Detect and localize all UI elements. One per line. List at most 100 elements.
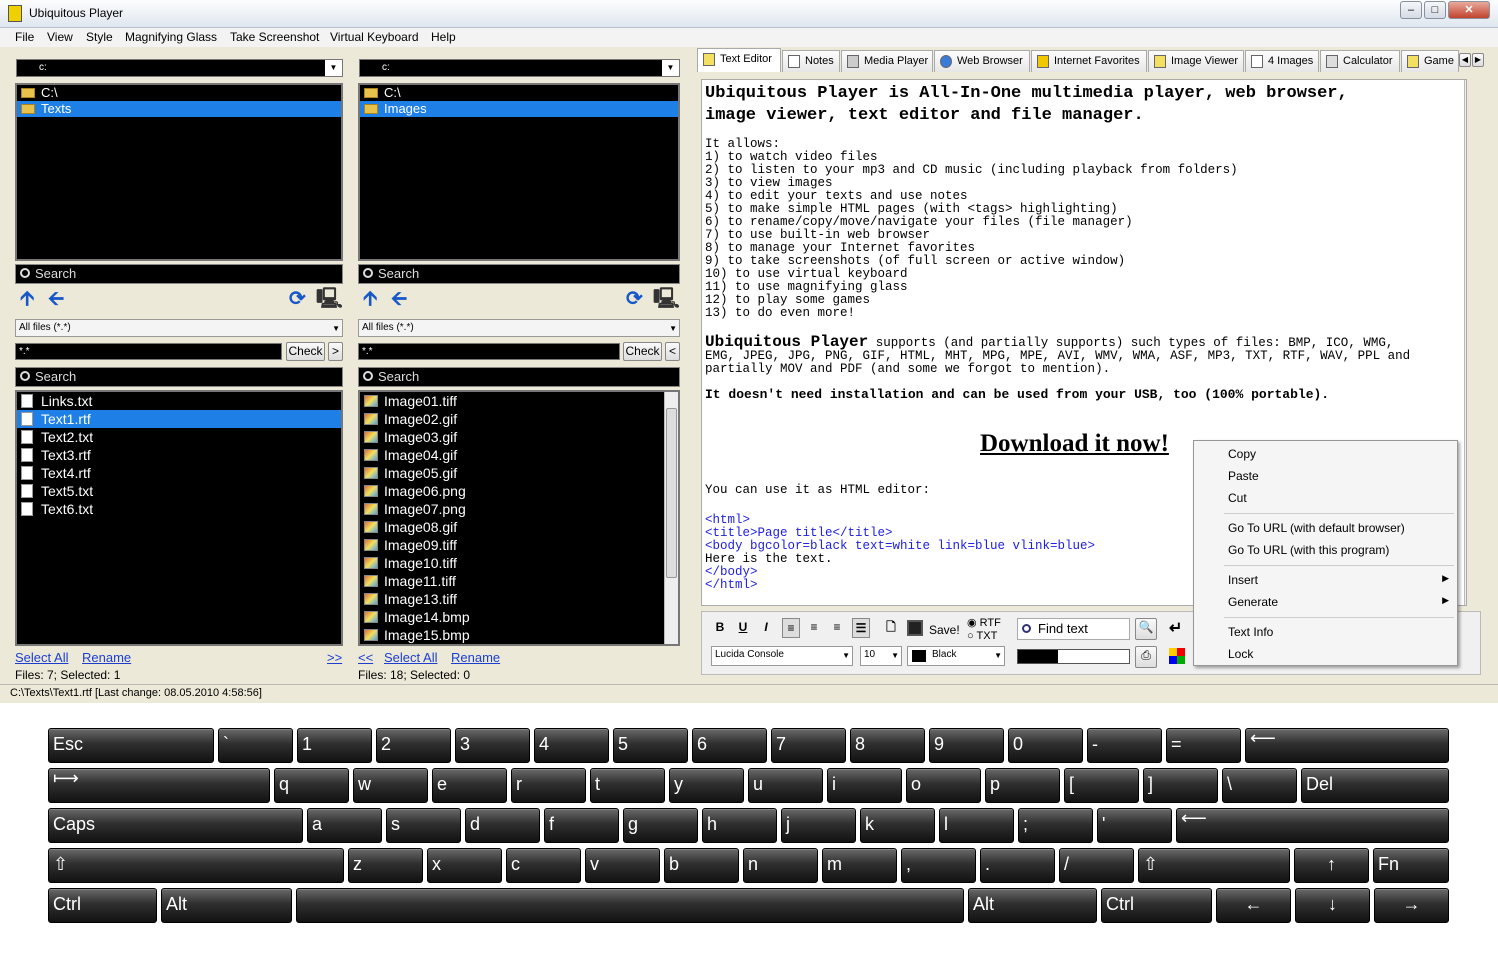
right-check-button[interactable]: Check	[623, 342, 662, 361]
copy-left-link[interactable]: <<	[358, 650, 373, 665]
scrollbar-thumb[interactable]	[666, 408, 677, 578]
key-backtick[interactable]: `	[218, 728, 293, 763]
key-e[interactable]: e	[432, 768, 507, 803]
tab-4-images[interactable]: 4 Images	[1245, 50, 1319, 72]
file-item[interactable]: Image08.gif	[360, 518, 678, 536]
file-item[interactable]: Text1.rtf	[17, 410, 341, 428]
left-check-button[interactable]: Check	[286, 342, 325, 361]
key-backspace[interactable]: ⟵	[1245, 728, 1449, 763]
key-right-alt[interactable]: Alt	[968, 888, 1097, 923]
key-up-arrow[interactable]: ↑	[1294, 848, 1369, 883]
computer-icon[interactable]: 🖳	[653, 289, 680, 309]
file-item[interactable]: Text4.rtf	[17, 464, 341, 482]
maximize-button[interactable]: □	[1424, 1, 1446, 19]
key-q[interactable]: q	[274, 768, 349, 803]
right-mask-input[interactable]: *.*	[358, 343, 620, 360]
key-y[interactable]: y	[669, 768, 744, 803]
right-nav-button[interactable]: <	[665, 342, 680, 361]
key-l[interactable]: l	[939, 808, 1014, 843]
key-r[interactable]: r	[511, 768, 586, 803]
tab-media-player[interactable]: Media Player	[841, 50, 933, 72]
key-a[interactable]: a	[307, 808, 382, 843]
menu-item-generate[interactable]: Generate	[1228, 593, 1278, 611]
refresh-icon[interactable]: ⟳	[289, 289, 306, 309]
file-item[interactable]: Text5.txt	[17, 482, 341, 500]
align-center-icon[interactable]: ≡	[805, 618, 823, 638]
menu-file[interactable]: File	[15, 30, 34, 44]
right-list-scrollbar[interactable]	[664, 392, 678, 644]
underline-button[interactable]: U	[734, 618, 752, 638]
right-folder-tree[interactable]: C:\ Images	[358, 83, 680, 261]
tab-image-viewer[interactable]: Image Viewer	[1148, 50, 1244, 72]
left-drive-select[interactable]: c: ▼	[16, 59, 343, 77]
left-select-all-link[interactable]: Select All	[15, 650, 68, 665]
key-slash[interactable]: /	[1059, 848, 1134, 883]
key-del[interactable]: Del	[1301, 768, 1449, 803]
file-item[interactable]: Image09.tiff	[360, 536, 678, 554]
left-folder-search[interactable]: Search	[15, 264, 343, 284]
left-file-filter[interactable]: All files (*.*) ▼	[15, 319, 343, 337]
file-item[interactable]: Text3.rtf	[17, 446, 341, 464]
tab-internet-favorites[interactable]: Internet Favorites	[1031, 50, 1147, 72]
key-left-ctrl[interactable]: Ctrl	[48, 888, 157, 923]
file-item[interactable]: Image07.png	[360, 500, 678, 518]
tab-scroll-right[interactable]: ▶	[1472, 53, 1484, 67]
key-space[interactable]	[296, 888, 964, 923]
rtf-radio[interactable]: ◉ RTF	[967, 616, 1001, 629]
download-link[interactable]: Download it now!	[980, 430, 1169, 458]
up-arrow-icon[interactable]: 🡩	[363, 289, 377, 309]
left-nav-button[interactable]: >	[328, 342, 343, 361]
right-drive-select[interactable]: c: ▼	[359, 59, 680, 77]
key-left-alt[interactable]: Alt	[161, 888, 292, 923]
file-item[interactable]: Image05.gif	[360, 464, 678, 482]
tree-item[interactable]: C:\	[17, 85, 341, 101]
right-file-filter[interactable]: All files (*.*) ▼	[358, 319, 680, 337]
key-minus[interactable]: -	[1087, 728, 1162, 763]
back-arrow-icon[interactable]: 🡨	[391, 289, 407, 309]
key-2[interactable]: 2	[376, 728, 451, 763]
key-c[interactable]: c	[506, 848, 581, 883]
file-item[interactable]: Image11.tiff	[360, 572, 678, 590]
key-3[interactable]: 3	[455, 728, 530, 763]
key-8[interactable]: 8	[850, 728, 925, 763]
tab-notes[interactable]: Notes	[782, 50, 840, 72]
key-i[interactable]: i	[827, 768, 902, 803]
key-right-shift[interactable]: ⇧	[1138, 848, 1290, 883]
key-m[interactable]: m	[822, 848, 897, 883]
menu-item-go-to-url-program[interactable]: Go To URL (with this program)	[1228, 541, 1389, 559]
key-n[interactable]: n	[743, 848, 818, 883]
menu-item-paste[interactable]: Paste	[1228, 467, 1259, 485]
right-rename-link[interactable]: Rename	[451, 650, 500, 665]
key-j[interactable]: j	[781, 808, 856, 843]
menu-item-insert[interactable]: Insert	[1228, 571, 1258, 589]
key-d[interactable]: d	[465, 808, 540, 843]
new-document-icon[interactable]: 🗋	[882, 618, 900, 638]
bold-button[interactable]: B	[711, 618, 729, 638]
right-file-search[interactable]: Search	[358, 367, 680, 387]
menu-item-copy[interactable]: Copy	[1228, 445, 1256, 463]
file-item[interactable]: Image01.tiff	[360, 392, 678, 410]
file-item[interactable]: Image02.gif	[360, 410, 678, 428]
key-x[interactable]: x	[427, 848, 502, 883]
key-left-arrow[interactable]: ←	[1216, 888, 1291, 923]
key-f[interactable]: f	[544, 808, 619, 843]
right-folder-search[interactable]: Search	[358, 264, 680, 284]
key-9[interactable]: 9	[929, 728, 1004, 763]
key-g[interactable]: g	[623, 808, 698, 843]
left-mask-input[interactable]: *.*	[15, 343, 282, 360]
tree-item[interactable]: Texts	[17, 101, 341, 117]
print-icon[interactable]: ⎙	[1135, 646, 1157, 668]
tree-item[interactable]: Images	[360, 101, 678, 117]
key-t[interactable]: t	[590, 768, 665, 803]
save-icon[interactable]	[907, 620, 923, 636]
key-z[interactable]: z	[348, 848, 423, 883]
save-button[interactable]: Save!	[929, 623, 960, 637]
file-item[interactable]: Image14.bmp	[360, 608, 678, 626]
right-file-list[interactable]: Image01.tiff Image02.gif Image03.gif Ima…	[358, 390, 680, 646]
key-left-bracket[interactable]: [	[1064, 768, 1139, 803]
key-0[interactable]: 0	[1008, 728, 1083, 763]
font-select[interactable]: Lucida Console ▼	[711, 646, 853, 666]
menu-view[interactable]: View	[47, 30, 73, 44]
left-folder-tree[interactable]: C:\ Texts	[15, 83, 343, 261]
key-right-bracket[interactable]: ]	[1143, 768, 1218, 803]
